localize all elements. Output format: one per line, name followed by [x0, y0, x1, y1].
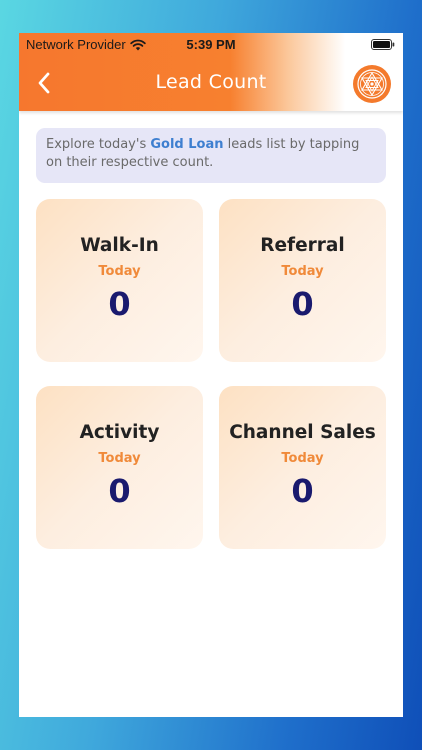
battery-icon [371, 39, 395, 50]
card-subtitle: Today [98, 264, 141, 279]
card-subtitle: Today [281, 264, 324, 279]
card-subtitle: Today [98, 451, 141, 466]
navigation-row: Lead Count [19, 63, 403, 105]
page-title: Lead Count [155, 71, 267, 93]
top-app-bar: Network Provider 5:39 PM Lead Count [19, 33, 403, 111]
lead-card-channel-sales[interactable]: Channel Sales Today 0 [219, 386, 386, 549]
card-title: Activity [79, 422, 160, 443]
logo-badge[interactable] [353, 65, 391, 103]
card-count[interactable]: 0 [36, 472, 203, 510]
card-count[interactable]: 0 [219, 285, 386, 323]
lead-card-walk-in[interactable]: Walk-In Today 0 [36, 199, 203, 362]
card-count[interactable]: 0 [219, 472, 386, 510]
card-title: Channel Sales [229, 422, 376, 443]
phone-screen: Network Provider 5:39 PM Lead Count Expl… [19, 33, 403, 717]
card-count[interactable]: 0 [36, 285, 203, 323]
card-title: Referral [260, 235, 345, 256]
banner-text-prefix: Explore today's [46, 137, 151, 152]
sri-yantra-logo-icon [357, 69, 387, 99]
lead-card-activity[interactable]: Activity Today 0 [36, 386, 203, 549]
card-subtitle: Today [281, 451, 324, 466]
info-banner: Explore today's Gold Loan leads list by … [36, 128, 386, 183]
status-time: 5:39 PM [186, 37, 236, 52]
card-title: Walk-In [80, 235, 159, 256]
status-bar: Network Provider 5:39 PM [19, 33, 403, 55]
banner-highlight-product: Gold Loan [150, 137, 224, 152]
lead-card-referral[interactable]: Referral Today 0 [219, 199, 386, 362]
